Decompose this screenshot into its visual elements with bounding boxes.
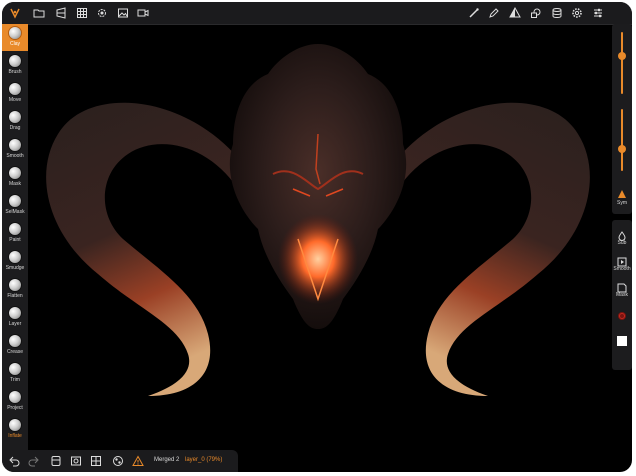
mask-label[interactable]: Mask: [612, 292, 632, 298]
mesh-tools-panel: Sub Smooth Mask: [612, 220, 632, 370]
tool-label: Trim: [10, 377, 20, 383]
top-toolbar: [2, 2, 632, 25]
tool-label: Brush: [8, 69, 22, 75]
gear-icon[interactable]: [96, 7, 108, 19]
tool-label: Move: [8, 97, 22, 103]
tool-label: Layer: [8, 321, 22, 327]
smudge-tool-icon: [9, 251, 21, 263]
move-tool-icon: [9, 83, 21, 95]
camera-view-icon[interactable]: [55, 7, 67, 19]
smooth-label[interactable]: Smooth: [612, 266, 632, 272]
tool-crease[interactable]: Crease: [2, 332, 28, 359]
play-icon[interactable]: [617, 254, 627, 267]
tool-brush[interactable]: Brush: [2, 52, 28, 79]
symmetry-toggle-icon[interactable]: [617, 186, 627, 198]
intensity-slider-handle[interactable]: [618, 145, 626, 154]
radius-slider[interactable]: [621, 32, 623, 94]
pen-icon[interactable]: [488, 7, 500, 19]
tool-label: Paint: [9, 237, 21, 243]
tool-paint[interactable]: Paint: [2, 220, 28, 247]
3d-viewport[interactable]: [28, 24, 612, 450]
tool-layer[interactable]: Layer: [2, 304, 28, 331]
drop-icon[interactable]: [617, 228, 627, 241]
tool-project[interactable]: Project: [2, 388, 28, 415]
radius-slider-handle[interactable]: [618, 51, 626, 60]
clay-tool-icon: [9, 27, 21, 39]
tool-selmask[interactable]: SelMask: [2, 192, 28, 219]
active-layer-text[interactable]: layer_0 (79%): [185, 457, 222, 463]
tool-label: SelMask: [5, 209, 25, 215]
undo-icon[interactable]: [8, 455, 20, 467]
sliders-icon[interactable]: [592, 7, 604, 19]
tool-label: Drag: [9, 125, 21, 131]
tool-label: Smooth: [6, 153, 24, 159]
wireframe-grid-icon[interactable]: [90, 455, 102, 467]
mesh-status-text: Merged 2: [154, 457, 180, 463]
symmetry-icon[interactable]: [509, 7, 521, 19]
layer-tool-icon: [9, 307, 21, 319]
tool-drag[interactable]: Drag: [2, 108, 28, 135]
app-logo-icon[interactable]: [9, 7, 21, 19]
grid-icon[interactable]: [76, 7, 88, 19]
flatten-tool-icon: [9, 279, 21, 291]
folder-icon[interactable]: [33, 7, 45, 19]
tool-mask[interactable]: Mask: [2, 164, 28, 191]
brush-tool-icon: [9, 55, 21, 67]
warning-icon[interactable]: [132, 455, 144, 467]
redo-icon[interactable]: [28, 455, 40, 467]
image-icon[interactable]: [117, 7, 129, 19]
tool-label: Clay: [9, 41, 20, 47]
tool-label: Flatten: [7, 293, 23, 299]
video-icon[interactable]: [137, 7, 149, 19]
crease-tool-icon: [9, 335, 21, 347]
tool-label: Smudge: [5, 265, 25, 271]
sub-label[interactable]: Sub: [612, 240, 632, 246]
smooth-tool-icon: [9, 139, 21, 151]
shapes-icon[interactable]: [530, 7, 542, 19]
tool-label: Inflate: [8, 433, 22, 439]
project-tool-icon: [9, 391, 21, 403]
inflate-tool-icon: [9, 419, 21, 431]
brush-settings-panel: Sym: [612, 24, 632, 214]
tool-move[interactable]: Move: [2, 80, 28, 107]
tool-inflate[interactable]: Inflate: [2, 416, 28, 443]
bottom-toolbar: Merged 2 layer_0 (79%): [2, 450, 238, 472]
tool-palette: Clay Brush Move Drag Smooth Mask SelMask Paint S…: [2, 24, 28, 450]
sym-label: Sym: [617, 200, 627, 206]
tool-clay[interactable]: Clay: [2, 24, 28, 51]
brush-icon[interactable]: [468, 7, 480, 19]
photo-icon[interactable]: [70, 455, 82, 467]
intensity-slider[interactable]: [621, 109, 623, 171]
color-swatch[interactable]: [617, 336, 627, 346]
layers-icon[interactable]: [551, 7, 563, 19]
selmask-tool-icon: [9, 195, 21, 207]
drag-tool-icon: [9, 111, 21, 123]
tool-trim[interactable]: Trim: [2, 360, 28, 387]
cylinder-icon[interactable]: [50, 455, 62, 467]
tool-label: Mask: [9, 181, 21, 187]
mask-tool-icon: [9, 167, 21, 179]
tool-smooth[interactable]: Smooth: [2, 136, 28, 163]
trim-tool-icon: [9, 363, 21, 375]
tool-smudge[interactable]: Smudge: [2, 248, 28, 275]
tool-label: Crease: [6, 349, 24, 355]
matcap-icon[interactable]: [112, 455, 124, 467]
tool-flatten[interactable]: Flatten: [2, 276, 28, 303]
mask-icon[interactable]: [617, 280, 627, 293]
material-icon[interactable]: [617, 308, 627, 320]
tool-label: Project: [7, 405, 23, 411]
app-window: Clay Brush Move Drag Smooth Mask SelMask Paint S…: [2, 2, 632, 472]
sculpt-model: [46, 44, 590, 396]
paint-tool-icon: [9, 223, 21, 235]
settings-icon[interactable]: [571, 7, 583, 19]
